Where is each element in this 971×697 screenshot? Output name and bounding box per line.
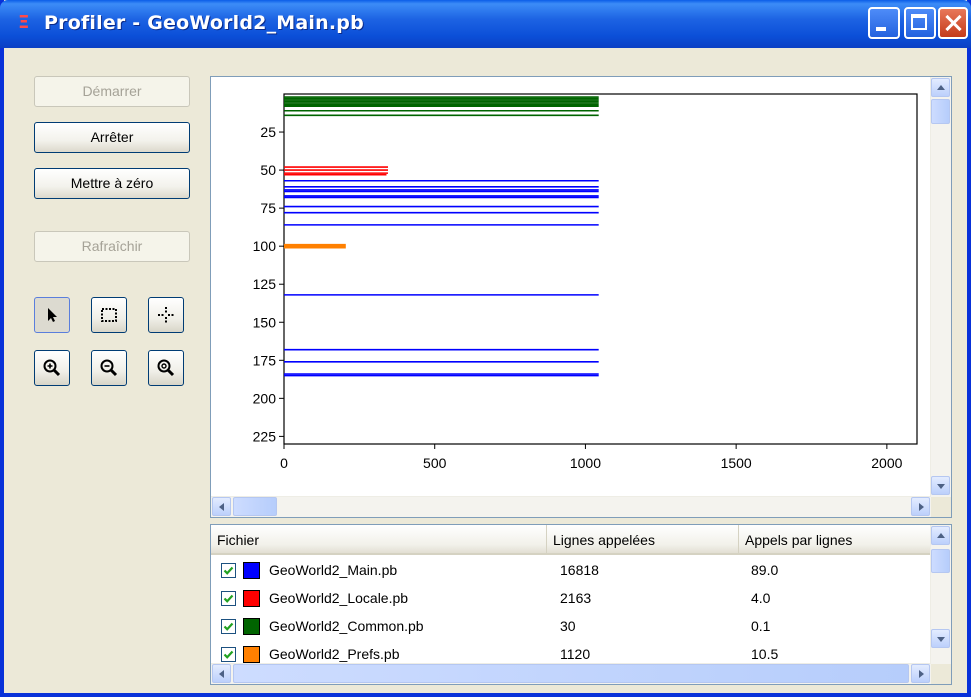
x-tick-label: 2000 [871,455,902,471]
x-tick-label: 1000 [570,455,601,471]
file-name: GeoWorld2_Prefs.pb [269,646,400,662]
list-item[interactable]: GeoWorld2_Main.pb 16818 89.0 [211,557,931,585]
file-visible-checkbox[interactable] [221,647,236,662]
x-tick-label: 0 [280,455,288,471]
list-scroll-up-button[interactable] [931,526,950,545]
y-tick-label: 200 [253,390,277,406]
file-visible-checkbox[interactable] [221,619,236,634]
y-tick-label: 25 [260,124,276,140]
file-name: GeoWorld2_Locale.pb [269,590,409,606]
scroll-up-button[interactable] [931,78,950,97]
zoom-out-icon [100,359,118,377]
calls-per-line-value: 0.1 [751,618,771,634]
stop-button[interactable]: Arrêter [34,122,190,153]
start-button[interactable]: Démarrer [34,76,190,107]
column-header-calls-per-line[interactable]: Appels par lignes [739,525,931,553]
x-tick-label: 1500 [721,455,752,471]
file-name: GeoWorld2_Common.pb [269,618,424,634]
file-color-swatch[interactable] [243,618,260,635]
lines-called-value: 30 [560,618,576,634]
crosshair-tool-button[interactable] [148,297,184,333]
list-header: Fichier Lignes appelées Appels par ligne… [211,525,931,555]
scroll-thumb[interactable] [931,99,950,124]
select-tool-button[interactable] [34,297,70,333]
x-tick-label: 500 [423,455,447,471]
y-tick-label: 50 [260,162,276,178]
list-scroll-down-button[interactable] [931,629,950,648]
list-item[interactable]: GeoWorld2_Locale.pb 2163 4.0 [211,585,931,613]
list-vertical-scrollbar[interactable] [930,525,951,664]
y-tick-label: 150 [253,314,277,330]
zoom-out-button[interactable] [91,350,127,386]
checkmark-icon [223,594,234,603]
file-color-swatch[interactable] [243,590,260,607]
horizontal-scroll-thumb[interactable] [233,497,277,516]
scroll-left-button[interactable] [212,497,231,516]
checkmark-icon [223,622,234,631]
zoom-in-icon [43,359,61,377]
graph-vertical-scrollbar[interactable] [930,77,951,497]
list-item[interactable]: GeoWorld2_Common.pb 30 0.1 [211,613,931,641]
scroll-down-button[interactable] [931,476,950,495]
list-scroll-corner [931,664,951,684]
calls-per-line-value: 4.0 [751,590,771,606]
plot-area [283,93,918,445]
list-horizontal-scrollbar[interactable] [211,663,931,684]
calls-per-line-value: 89.0 [751,562,779,578]
maximize-button[interactable] [904,7,936,39]
y-tick-label: 100 [253,238,277,254]
minimize-button[interactable] [868,7,900,39]
y-tick-label: 175 [253,352,277,368]
calls-per-line-value: 10.5 [751,646,779,662]
y-tick-label: 75 [260,200,276,216]
checkmark-icon [223,650,234,659]
file-name: GeoWorld2_Main.pb [269,562,398,578]
zoom-reset-button[interactable] [148,350,184,386]
zoom-reset-icon [157,359,175,377]
y-tick-label: 225 [253,428,277,444]
line-usage-chart[interactable]: 25 50 75 100 125 150 175 200 2250 500 1000 1500 2000 [211,77,931,497]
file-visible-checkbox[interactable] [221,591,236,606]
profiler-graph-panel: 25 50 75 100 125 150 175 200 225 0 500 1000 1500 2000 [210,76,952,518]
zoom-in-button[interactable] [34,350,70,386]
graph-horizontal-scrollbar[interactable] [211,496,931,517]
lines-called-value: 16818 [560,562,599,578]
list-scroll-thumb[interactable] [931,549,950,573]
refresh-button[interactable]: Rafraîchir [34,231,190,262]
window-title: Profiler - GeoWorld2_Main.pb [44,12,364,34]
list-scroll-right-button[interactable] [911,664,930,683]
list-horizontal-scroll-thumb[interactable] [233,664,909,683]
selection-tool-button[interactable] [91,297,127,333]
selection-rectangle-icon [101,308,117,322]
file-visible-checkbox[interactable] [221,563,236,578]
y-tick-label: 125 [253,276,277,292]
scroll-right-button[interactable] [911,497,930,516]
title-bar[interactable]: Ξ Profiler - GeoWorld2_Main.pb [0,0,971,48]
file-color-swatch[interactable] [243,562,260,579]
crosshair-icon [158,307,174,323]
reset-button[interactable]: Mettre à zéro [34,168,190,199]
close-button[interactable] [938,7,968,39]
column-header-lines-called[interactable]: Lignes appelées [547,525,739,553]
file-list: Fichier Lignes appelées Appels par ligne… [210,524,952,685]
column-header-file[interactable]: Fichier [211,525,547,553]
profiler-icon: Ξ [18,12,30,33]
scroll-corner [931,497,951,517]
select-arrow-icon [48,308,57,322]
lines-called-value: 1120 [560,646,591,662]
file-color-swatch[interactable] [243,646,260,663]
lines-called-value: 2163 [560,590,592,606]
checkmark-icon [223,566,234,575]
list-scroll-left-button[interactable] [212,664,231,683]
